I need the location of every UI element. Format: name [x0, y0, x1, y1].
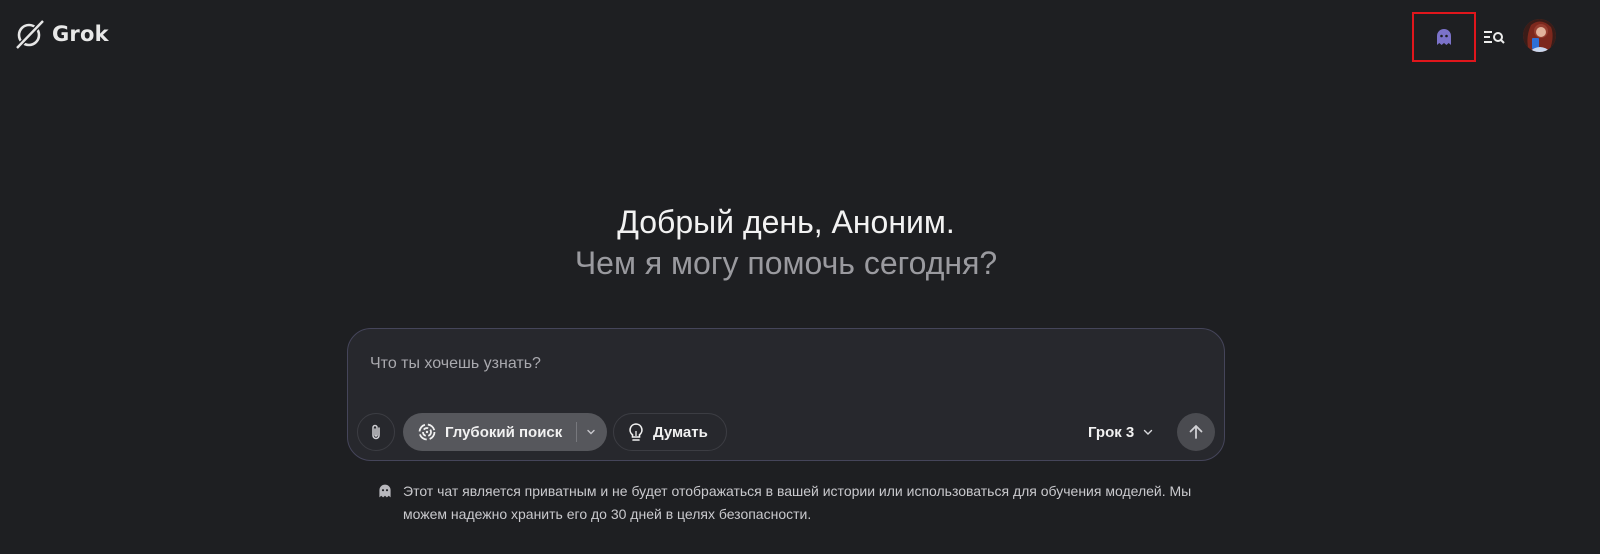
deepsearch-divider	[576, 422, 578, 442]
deepsearch-options-button[interactable]	[585, 426, 597, 438]
logo-text: Grok	[52, 22, 109, 46]
greeting-subtitle: Чем я могу помочь сегодня?	[574, 245, 998, 281]
deepsearch-main[interactable]: Глубокий поиск	[403, 413, 562, 451]
message-input[interactable]	[368, 351, 1192, 377]
top-bar: Grok	[0, 0, 1600, 70]
arrow-up-icon	[1189, 425, 1203, 439]
model-selector[interactable]: Грок 3	[1088, 421, 1154, 443]
model-label: Грок 3	[1088, 423, 1135, 441]
private-chat-button[interactable]	[1412, 12, 1476, 62]
lightbulb-icon	[629, 423, 643, 441]
private-chat-notice: Этот чат является приватным и не будет о…	[377, 480, 1237, 526]
chevron-down-icon	[1142, 426, 1154, 438]
message-composer: Глубокий поиск Думать Грок 3	[347, 328, 1225, 461]
chevron-down-icon	[587, 429, 595, 435]
notice-text: Этот чат является приватным и не будет о…	[403, 483, 1192, 522]
deepsearch-button[interactable]: Глубокий поиск	[403, 413, 607, 451]
history-search-button[interactable]	[1481, 24, 1507, 50]
grok-logo[interactable]: Grok	[14, 18, 109, 50]
send-button[interactable]	[1177, 413, 1215, 451]
history-search-icon	[1484, 31, 1505, 44]
paperclip-icon	[372, 424, 380, 440]
avatar-image	[1523, 19, 1556, 52]
ghost-icon	[379, 484, 391, 498]
think-button[interactable]: Думать	[613, 413, 727, 451]
grok-logo-icon	[15, 19, 45, 50]
ghost-icon	[1437, 29, 1451, 45]
deepsearch-label: Глубокий поиск	[445, 423, 563, 441]
deepsearch-icon	[418, 423, 436, 441]
avatar[interactable]	[1523, 19, 1556, 52]
think-label: Думать	[653, 423, 708, 441]
greeting-title: Добрый день, Аноним.	[617, 204, 955, 240]
attach-button[interactable]	[357, 413, 395, 451]
